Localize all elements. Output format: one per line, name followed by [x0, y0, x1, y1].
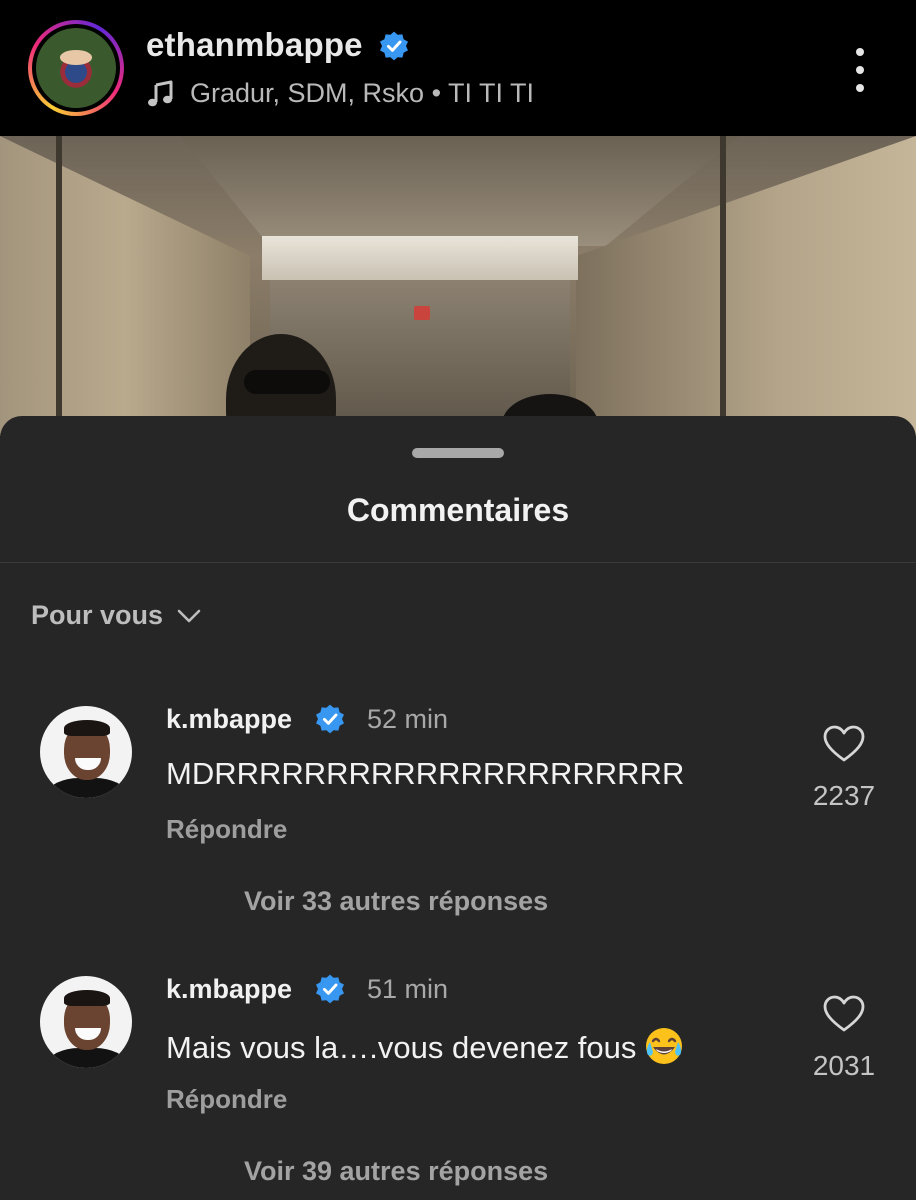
- sort-filter-dropdown[interactable]: Pour vous: [31, 600, 203, 631]
- divider: [0, 562, 916, 563]
- commenter-avatar[interactable]: [40, 706, 132, 798]
- post-header: ethanmbappe Gradur, SDM, Rsko • TI TI TI: [0, 0, 916, 136]
- commenter-avatar[interactable]: [40, 976, 132, 1068]
- music-info[interactable]: Gradur, SDM, Rsko • TI TI TI: [146, 78, 534, 109]
- comment-username[interactable]: k.mbappe: [166, 704, 292, 735]
- chevron-down-icon: [177, 609, 201, 622]
- like-count: 2237: [812, 780, 876, 811]
- music-text: Gradur, SDM, Rsko • TI TI TI: [190, 78, 535, 108]
- avatar-image: [36, 28, 116, 108]
- heart-icon[interactable]: [822, 724, 866, 764]
- sheet-title: Commentaires: [346, 492, 570, 528]
- post-photo[interactable]: [0, 136, 916, 436]
- more-options-button[interactable]: [846, 48, 874, 92]
- view-replies-link[interactable]: Voir 33 autres réponses: [244, 886, 548, 917]
- comment-time: 51 min: [367, 974, 449, 1004]
- comment-time: 52 min: [367, 704, 449, 734]
- verified-badge-icon: [380, 31, 408, 61]
- tears-of-joy-emoji-icon: [646, 1028, 683, 1064]
- view-replies-link[interactable]: Voir 39 autres réponses: [244, 1156, 548, 1187]
- drag-handle[interactable]: [412, 448, 504, 458]
- reply-button[interactable]: Répondre: [166, 814, 287, 845]
- heart-icon[interactable]: [822, 994, 866, 1034]
- verified-badge-icon: [316, 704, 344, 734]
- verified-badge-icon: [316, 974, 344, 1004]
- comment-text-row: Mais vous la….vous devenez fous: [166, 1026, 684, 1066]
- filter-label: Pour vous: [31, 600, 164, 630]
- comments-sheet: Commentaires Pour vous k.mbappe 52 min M…: [0, 416, 916, 1200]
- profile-avatar[interactable]: [28, 20, 124, 116]
- username[interactable]: ethanmbappe: [146, 26, 363, 64]
- reply-button[interactable]: Répondre: [166, 1084, 287, 1115]
- comment-text: Mais vous la….vous devenez fous: [166, 1030, 637, 1065]
- comment-item: k.mbappe 52 min MDRRRRRRRRRRRRRRRRRRRRR …: [0, 704, 916, 944]
- music-note-icon: [148, 80, 173, 106]
- comment-text: MDRRRRRRRRRRRRRRRRRRRRR: [166, 756, 685, 791]
- like-count: 2031: [812, 1050, 876, 1081]
- comment-username[interactable]: k.mbappe: [166, 974, 292, 1005]
- comment-item: k.mbappe 51 min Mais vous la….vous deven…: [0, 974, 916, 1200]
- more-vertical-icon: [856, 48, 864, 56]
